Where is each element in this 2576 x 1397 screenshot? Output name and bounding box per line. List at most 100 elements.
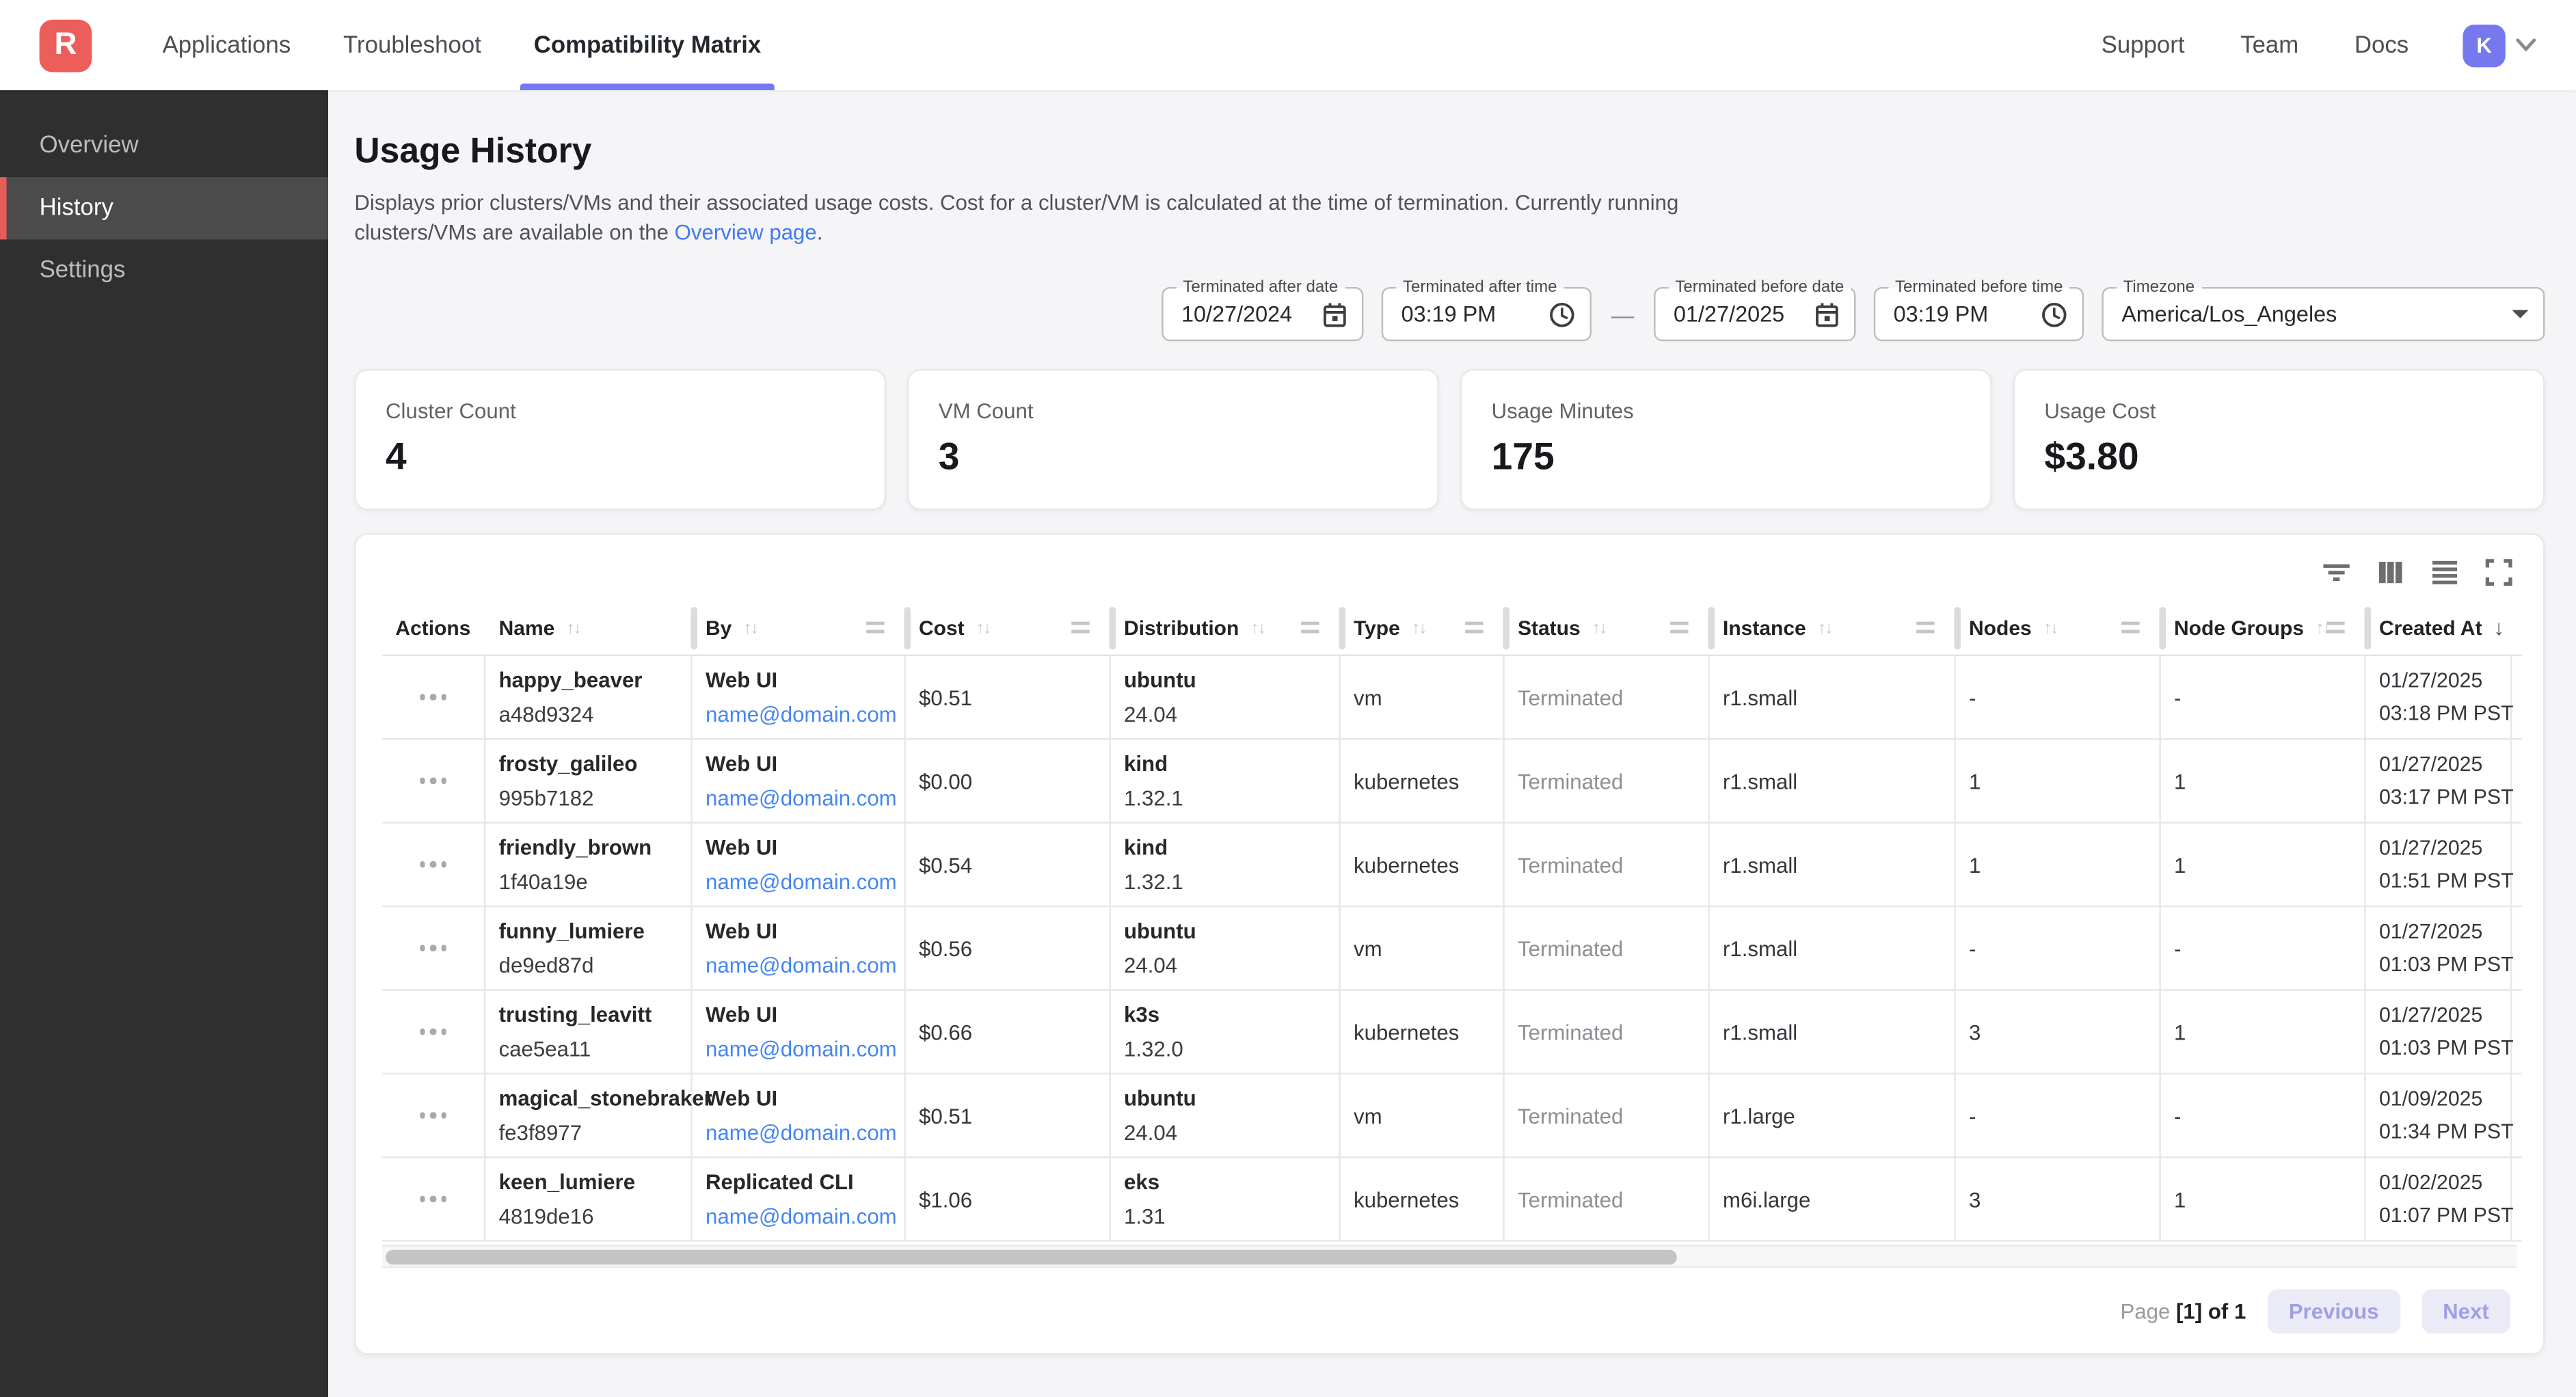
calendar-icon[interactable] <box>1814 301 1839 327</box>
type-value: kubernetes <box>1354 1186 1503 1211</box>
sort-icon[interactable]: ↑↓ <box>976 618 989 638</box>
sort-icon[interactable]: ↑↓ <box>743 618 757 638</box>
row-actions-menu-icon[interactable] <box>420 1196 447 1202</box>
terminated-before-date-field[interactable]: Terminated before date 01/27/2025 <box>1654 287 1855 341</box>
stat-value: 3 <box>939 435 1408 479</box>
column-header-name[interactable]: Name ↑↓ <box>485 600 692 654</box>
stat-card-vm-count: VM Count 3 <box>907 369 1439 510</box>
created-by-email-link[interactable]: name@domain.com <box>706 786 904 811</box>
created-at-cell: 01/09/2025 01:34 PM PST <box>2366 1074 2512 1156</box>
row-actions-menu-icon[interactable] <box>420 862 447 867</box>
columns-icon[interactable] <box>2370 551 2412 593</box>
nav-item-support[interactable]: Support <box>2074 0 2213 90</box>
avatar[interactable]: K <box>2463 24 2505 66</box>
column-header-type[interactable]: Type ↑↓ <box>1341 600 1505 654</box>
clipped-column-spacer <box>2512 1074 2521 1156</box>
row-actions-menu-icon[interactable] <box>420 1113 447 1118</box>
chevron-down-icon[interactable] <box>2515 38 2536 53</box>
row-actions-menu-icon[interactable] <box>420 945 447 951</box>
dropdown-caret-icon[interactable] <box>2512 310 2528 318</box>
created-by-email-link[interactable]: name@domain.com <box>706 1037 904 1061</box>
column-drag-icon[interactable] <box>1916 622 1934 634</box>
column-drag-icon[interactable] <box>866 622 884 634</box>
column-header-status[interactable]: Status ↑↓ <box>1505 600 1710 654</box>
overview-page-link[interactable]: Overview page <box>675 219 817 243</box>
distribution-name: ubuntu <box>1124 1086 1339 1111</box>
filter-icon[interactable] <box>2315 551 2357 593</box>
column-drag-icon[interactable] <box>1465 622 1483 634</box>
row-actions-menu-icon[interactable] <box>420 778 447 783</box>
nav-item-troubleshoot[interactable]: Troubleshoot <box>317 0 508 90</box>
status-badge: Terminated <box>1518 1020 1708 1044</box>
created-by-email-link[interactable]: name@domain.com <box>706 869 904 894</box>
cost-cell: $0.51 <box>906 1074 1111 1156</box>
clock-icon[interactable] <box>1549 301 1575 327</box>
instance-type: r1.small <box>1723 852 1954 877</box>
created-by-source: Web UI <box>706 1086 904 1111</box>
nav-item-team[interactable]: Team <box>2212 0 2326 90</box>
created-date: 01/27/2025 <box>2379 753 2510 776</box>
fullscreen-icon[interactable] <box>2478 551 2520 593</box>
instance-cell: r1.large <box>1710 1074 1956 1156</box>
sort-icon[interactable]: ↑↓ <box>1412 618 1425 638</box>
created-by-source: Web UI <box>706 919 904 943</box>
row-actions-menu-icon[interactable] <box>420 694 447 700</box>
created-at-cell: 01/27/2025 01:03 PM PST <box>2366 991 2512 1073</box>
column-drag-icon[interactable] <box>1670 622 1688 634</box>
sidebar-item-settings[interactable]: Settings <box>0 239 328 301</box>
nav-item-docs[interactable]: Docs <box>2326 0 2437 90</box>
sort-desc-icon[interactable]: ↓ <box>2493 615 2504 640</box>
nav-item-applications[interactable]: Applications <box>136 0 317 90</box>
terminated-before-time-field[interactable]: Terminated before time 03:19 PM <box>1874 287 2084 341</box>
name-cell: funny_lumiere de9ed87d <box>485 907 692 989</box>
nodes-count: - <box>1969 685 2159 709</box>
column-drag-icon[interactable] <box>1301 622 1319 634</box>
nav-item-compatibility-matrix[interactable]: Compatibility Matrix <box>507 0 787 90</box>
distribution-version: 24.04 <box>1124 953 1339 977</box>
status-badge: Terminated <box>1518 768 1708 793</box>
clock-icon[interactable] <box>2041 301 2067 327</box>
sort-icon[interactable]: ↑↓ <box>2043 618 2056 638</box>
sort-icon[interactable]: ↑↓ <box>1818 618 1832 638</box>
sort-icon[interactable]: ↑↓ <box>1250 618 1264 638</box>
previous-page-button[interactable]: Previous <box>2268 1288 2400 1333</box>
column-header-nodes[interactable]: Nodes ↑↓ <box>1956 600 2161 654</box>
sidebar-item-overview[interactable]: Overview <box>0 115 328 177</box>
timezone-select[interactable]: Timezone America/Los_Angeles <box>2102 287 2545 341</box>
column-drag-icon[interactable] <box>2121 622 2139 634</box>
node-groups-cell: - <box>2161 656 2366 738</box>
description-period: . <box>817 219 823 243</box>
sort-icon[interactable]: ↑↓ <box>1592 618 1605 638</box>
brand-logo[interactable]: R <box>40 19 92 72</box>
density-icon[interactable] <box>2424 551 2466 593</box>
distribution-cell: ubuntu 24.04 <box>1111 1074 1341 1156</box>
table-toolbar <box>356 534 2543 600</box>
created-time: 01:51 PM PST <box>2379 869 2510 893</box>
column-header-node-groups[interactable]: Node Groups ↑↓ <box>2161 600 2366 654</box>
cluster-name: frosty_galileo <box>499 751 691 776</box>
scrollbar-thumb[interactable] <box>386 1249 1677 1265</box>
description-line2: clusters/VMs are available on the <box>354 219 674 243</box>
horizontal-scrollbar[interactable] <box>382 1245 2517 1269</box>
created-by-email-link[interactable]: name@domain.com <box>706 1120 904 1145</box>
column-header-cost[interactable]: Cost ↑↓ <box>906 600 1111 654</box>
row-actions-menu-icon[interactable] <box>420 1029 447 1034</box>
created-by-email-link[interactable]: name@domain.com <box>706 1204 904 1229</box>
created-by-email-link[interactable]: name@domain.com <box>706 702 904 727</box>
terminated-after-time-field[interactable]: Terminated after time 03:19 PM <box>1382 287 1592 341</box>
column-header-distribution[interactable]: Distribution ↑↓ <box>1111 600 1341 654</box>
terminated-after-date-field[interactable]: Terminated after date 10/27/2024 <box>1162 287 1363 341</box>
column-header-instance[interactable]: Instance ↑↓ <box>1710 600 1956 654</box>
node-groups-cell: - <box>2161 907 2366 989</box>
column-header-created-at[interactable]: Created At ↓ <box>2366 600 2512 654</box>
created-by-email-link[interactable]: name@domain.com <box>706 953 904 977</box>
sort-icon[interactable]: ↑↓ <box>566 618 580 638</box>
next-page-button[interactable]: Next <box>2421 1288 2510 1333</box>
top-nav: R Applications Troubleshoot Compatibilit… <box>0 0 2576 90</box>
calendar-icon[interactable] <box>1322 301 1347 327</box>
column-drag-icon[interactable] <box>2326 622 2344 634</box>
column-drag-icon[interactable] <box>1071 622 1089 634</box>
clipped-column-spacer <box>2512 824 2521 906</box>
column-header-by[interactable]: By ↑↓ <box>693 600 906 654</box>
sidebar-item-history[interactable]: History <box>0 177 328 239</box>
